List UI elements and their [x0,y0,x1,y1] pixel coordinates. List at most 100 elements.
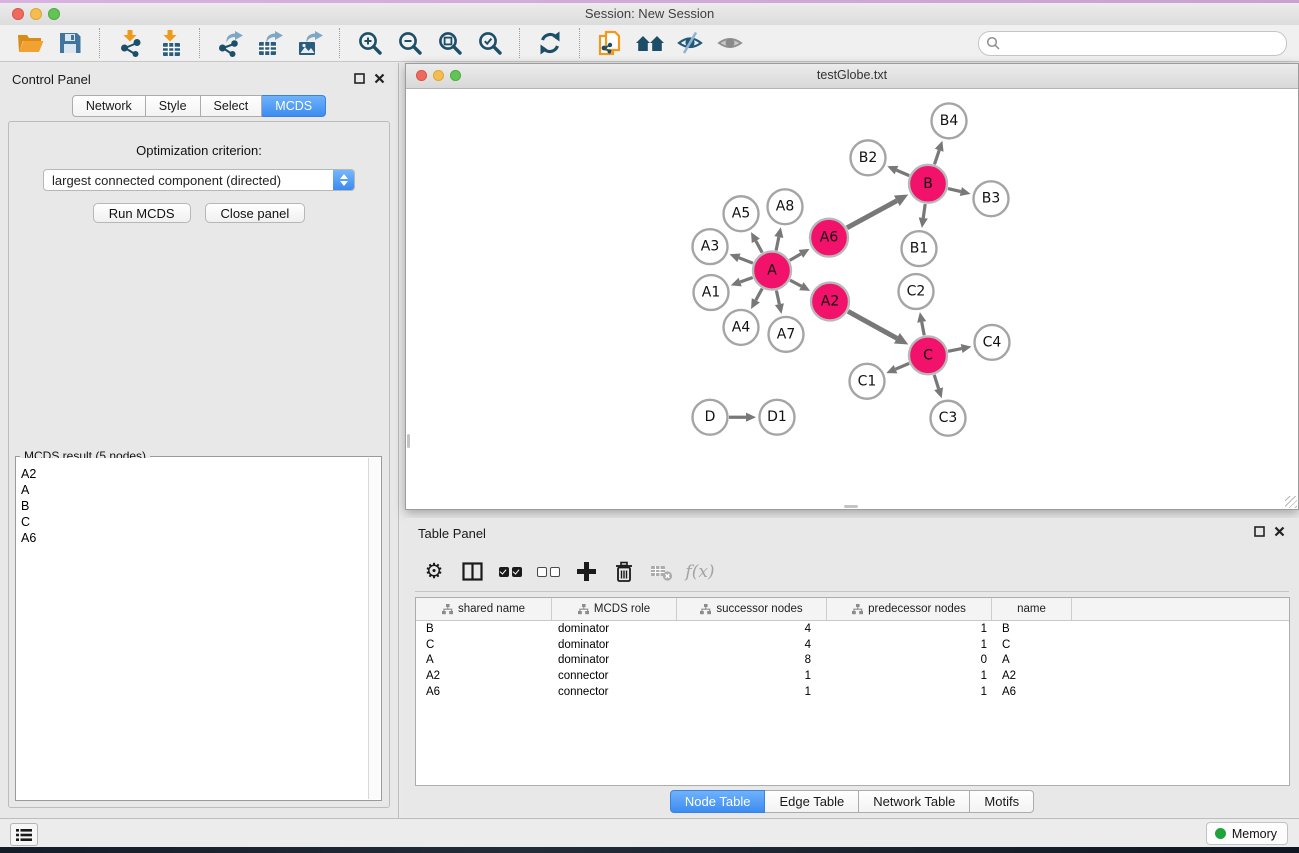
tab-network-table[interactable]: Network Table [859,790,970,813]
zoom-selected-button[interactable] [470,27,510,59]
zoom-fit-button[interactable] [430,27,470,59]
graph-edge-B-B4[interactable] [934,150,939,164]
search-input[interactable] [1000,35,1279,51]
export-table-button[interactable] [250,27,290,59]
show-column-panel-button[interactable] [453,557,491,587]
graph-edge-A6-B[interactable] [847,201,897,228]
graph-edge-C-C2[interactable] [922,322,925,335]
mcds-result-item[interactable]: A [17,482,380,498]
mcds-result-item[interactable]: B [17,498,380,514]
task-history-button[interactable] [10,823,38,846]
zoom-in-button[interactable] [350,27,390,59]
table-row[interactable]: Adominator80A [416,653,1289,669]
graph-edge-B-B2[interactable] [896,170,909,176]
export-network-button[interactable] [210,27,250,59]
table-row[interactable]: Cdominator41C [416,637,1289,653]
zoom-out-button[interactable] [390,27,430,59]
table-cell[interactable]: A2 [992,670,1072,682]
graph-edge-B-B3[interactable] [948,189,961,192]
window-resize-grip[interactable] [1285,496,1297,508]
graph-edge-B-B1[interactable] [923,204,925,218]
close-table-panel-icon[interactable] [1273,525,1286,538]
memory-button[interactable]: Memory [1206,822,1288,845]
graph-edge-A-A2[interactable] [790,280,801,286]
criterion-dropdown[interactable]: largest connected component (directed) [43,169,355,191]
table-cell[interactable]: connector [552,670,677,682]
tab-edge-table[interactable]: Edge Table [765,790,859,813]
table-cell[interactable]: 1 [677,670,827,682]
graph-edge-C-C3[interactable] [934,375,938,389]
table-row[interactable]: A2connector11A2 [416,668,1289,684]
graph-edge-C-C4[interactable] [948,349,962,352]
deselect-all-columns-button[interactable] [529,557,567,587]
table-cell[interactable]: 0 [827,654,992,666]
import-table-button[interactable] [150,27,190,59]
column-header-name[interactable]: name [992,598,1072,620]
close-panel-icon[interactable] [373,72,386,85]
add-column-button[interactable] [567,557,605,587]
search-field[interactable] [978,31,1287,56]
table-cell[interactable]: 4 [677,639,827,651]
graph-edge-A-A7[interactable] [776,291,779,305]
column-header-MCDS-role[interactable]: MCDS role [552,598,677,620]
column-header-successor-nodes[interactable]: successor nodes [677,598,827,620]
tab-select[interactable]: Select [201,95,263,117]
table-cell[interactable]: dominator [552,623,677,635]
table-cell[interactable]: connector [552,686,677,698]
open-file-button[interactable] [10,27,50,59]
table-cell[interactable]: C [992,639,1072,651]
new-network-from-selection-button[interactable] [590,27,630,59]
run-mcds-button[interactable]: Run MCDS [93,203,191,223]
select-all-columns-button[interactable] [491,557,529,587]
table-row[interactable]: Bdominator41B [416,621,1289,637]
graph-edge-A-A8[interactable] [776,237,779,250]
float-table-panel-icon[interactable] [1253,525,1266,538]
tab-style[interactable]: Style [146,95,201,117]
table-cell[interactable]: 1 [827,639,992,651]
table-cell[interactable]: A6 [416,686,552,698]
table-cell[interactable]: 4 [677,623,827,635]
show-all-networks-button[interactable] [630,27,670,59]
save-session-button[interactable] [50,27,90,59]
table-cell[interactable]: B [416,623,552,635]
column-header-predecessor-nodes[interactable]: predecessor nodes [827,598,992,620]
table-cell[interactable]: A [416,654,552,666]
tab-mcds[interactable]: MCDS [262,95,326,117]
graph-edge-A-A4[interactable] [756,289,762,301]
mcds-result-item[interactable]: C [17,514,380,530]
float-panel-icon[interactable] [353,72,366,85]
delete-column-button[interactable] [605,557,643,587]
function-builder-button[interactable]: f(x) [681,557,719,587]
refresh-view-button[interactable] [530,27,570,59]
table-cell[interactable]: 1 [827,686,992,698]
result-list-scrollbar[interactable] [368,458,380,799]
table-cell[interactable]: 1 [827,670,992,682]
graph-edge-A2-C[interactable] [848,311,897,338]
mcds-result-item[interactable]: A6 [17,530,380,546]
import-network-button[interactable] [110,27,150,59]
column-header-shared-name[interactable]: shared name [416,598,552,620]
table-cell[interactable]: C [416,639,552,651]
table-cell[interactable]: A6 [992,686,1072,698]
graph-edge-A-A3[interactable] [739,258,753,263]
table-cell[interactable]: dominator [552,654,677,666]
export-image-button[interactable] [290,27,330,59]
graph-edge-C-C1[interactable] [896,363,910,369]
tab-motifs[interactable]: Motifs [970,790,1034,813]
table-cell[interactable]: A [992,654,1072,666]
mcds-result-item[interactable]: A2 [17,466,380,482]
table-cell[interactable]: 1 [827,623,992,635]
tab-node-table[interactable]: Node Table [670,790,766,813]
network-canvas[interactable]: AA1A2A3A4A5A6A7A8BB1B2B3B4CC1C2C3C4DD1 [406,89,1298,509]
table-cell[interactable]: dominator [552,639,677,651]
table-settings-button[interactable]: ⚙ [415,557,453,587]
hide-selected-button[interactable] [670,27,710,59]
show-hidden-button[interactable] [710,27,750,59]
close-panel-button[interactable]: Close panel [205,203,306,223]
table-cell[interactable]: B [992,623,1072,635]
graph-edge-A-A6[interactable] [790,254,801,260]
graph-edge-A-A5[interactable] [756,241,762,253]
tab-network[interactable]: Network [72,95,146,117]
graph-edge-A-A1[interactable] [740,278,753,283]
table-row[interactable]: A6connector11A6 [416,684,1289,700]
